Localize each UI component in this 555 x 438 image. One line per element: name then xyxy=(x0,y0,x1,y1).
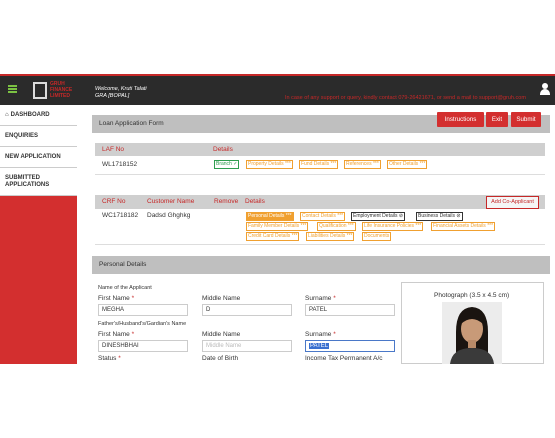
exit-button[interactable]: Exit xyxy=(486,112,508,127)
instructions-button[interactable]: Instructions xyxy=(437,112,484,127)
other-details-chip[interactable]: Other Details *** xyxy=(387,160,428,169)
qualification-chip[interactable]: Qualification *** xyxy=(317,222,356,231)
fund-details-chip[interactable]: Fund Details *** xyxy=(299,160,339,169)
sidebar: ⌂ DASHBOARD ENQUIRIES NEW APPLICATION SU… xyxy=(0,105,77,364)
middle-name-label: Middle Name xyxy=(202,295,241,302)
laf-no-value: WL1718152 xyxy=(102,161,138,168)
first-name-field[interactable]: MEGHA xyxy=(98,304,188,316)
liabilities-details-chip[interactable]: Liabilities Details *** xyxy=(306,232,355,241)
father-name-label: Father's/Husband's/Gardian's Name xyxy=(98,321,187,327)
laf-row-divider xyxy=(95,174,545,175)
crf-details-header: Details xyxy=(245,198,265,205)
required-mark: * xyxy=(131,295,135,302)
required-mark: * xyxy=(333,331,336,338)
laf-table-header: LAF No Details xyxy=(95,143,545,156)
sidebar-item-dashboard[interactable]: ⌂ DASHBOARD xyxy=(0,105,77,126)
personal-details-chip[interactable]: Personal Details *** xyxy=(246,212,294,221)
loan-form-title: Loan Application Form xyxy=(99,120,164,127)
contact-details-chip[interactable]: Contact Details *** xyxy=(300,212,346,221)
surname-field[interactable]: PATEL xyxy=(305,304,395,316)
brand-name: GRUH FINANCE LIMITED xyxy=(50,81,73,99)
support-notice: In case of any support or query, kindly … xyxy=(285,95,526,101)
family-member-details-chip[interactable]: Family Member Details *** xyxy=(246,222,309,231)
personal-details-title: Personal Details xyxy=(99,261,147,268)
father-surname-label: Surname * xyxy=(305,331,336,338)
income-tax-label: Income Tax Permanent A/c xyxy=(305,355,383,362)
required-mark: * xyxy=(333,295,336,302)
sidebar-item-submitted-applications[interactable]: SUBMITTED APPLICATIONS xyxy=(0,168,77,196)
status-label-text: Status xyxy=(98,355,117,362)
customer-name-header: Customer Name xyxy=(147,198,195,205)
father-surname-selected: PATEL xyxy=(309,343,330,349)
father-first-name-label-text: First Name xyxy=(98,331,130,338)
sidebar-item-label: ENQUIRIES xyxy=(5,133,39,139)
father-surname-field[interactable]: PATEL xyxy=(305,340,395,352)
father-middle-name-label: Middle Name xyxy=(202,331,241,338)
personal-details-header: Personal Details xyxy=(92,256,550,274)
remove-header: Remove xyxy=(214,198,239,205)
sidebar-item-label: NEW APPLICATION xyxy=(5,154,61,160)
welcome-user: Welcome, Kruti Talati xyxy=(95,86,147,92)
brand-logo: GRUH FINANCE LIMITED xyxy=(33,80,79,102)
submit-button[interactable]: Submit xyxy=(511,112,541,127)
home-icon: ⌂ xyxy=(5,112,9,118)
business-details-chip[interactable]: Business Details ⊘ xyxy=(416,212,463,221)
life-insurance-chip[interactable]: Life Insurance Policies *** xyxy=(362,222,424,231)
father-middle-name-field[interactable]: Middle Name xyxy=(202,340,292,352)
branch-chip[interactable]: Branch ✓ xyxy=(214,160,240,169)
required-mark: * xyxy=(131,331,135,338)
first-name-label-text: First Name xyxy=(98,295,130,302)
applicant-name-label: Name of the Applicant xyxy=(98,285,152,291)
sidebar-item-new-application[interactable]: NEW APPLICATION xyxy=(0,147,77,168)
applicant-photo-image xyxy=(442,302,502,364)
crf-row-divider xyxy=(95,244,545,245)
dob-label: Date of Birth xyxy=(202,355,239,362)
middle-name-field[interactable]: D xyxy=(202,304,292,316)
applicant-photo xyxy=(442,302,502,364)
customer-name-value: Dadsd Ghghkg xyxy=(147,212,191,219)
sidebar-item-label: DASHBOARD xyxy=(10,112,50,118)
documents-chip[interactable]: Documents xyxy=(362,232,392,241)
credit-card-details-chip[interactable]: Credit Card Details *** xyxy=(246,232,300,241)
surname-label-text: Surname xyxy=(305,295,332,302)
crf-table-header: CRF No Customer Name Remove Details xyxy=(95,195,545,209)
crf-no-value: WC1718182 xyxy=(102,212,139,219)
father-first-name-label: First Name * xyxy=(98,331,134,338)
welcome-text: Welcome, Kruti Talati GRA [BOPAL] xyxy=(95,86,147,100)
father-surname-label-text: Surname xyxy=(305,331,332,338)
status-label: Status * xyxy=(98,355,121,362)
photograph-label: Photograph (3.5 x 4.5 cm) xyxy=(434,292,510,299)
sidebar-item-label: SUBMITTED APPLICATIONS xyxy=(5,174,50,188)
sidebar-item-enquiries[interactable]: ENQUIRIES xyxy=(0,126,77,147)
top-bar: GRUH FINANCE LIMITED Welcome, Kruti Tala… xyxy=(0,74,555,105)
father-first-name-field[interactable]: DINESHBHAI xyxy=(98,340,188,352)
property-details-chip[interactable]: Property Details *** xyxy=(246,160,293,169)
laf-no-header: LAF No xyxy=(102,146,125,153)
surname-label: Surname * xyxy=(305,295,336,302)
menu-toggle-icon[interactable] xyxy=(8,85,17,93)
welcome-branch: GRA [BOPAL] xyxy=(95,93,130,99)
user-icon[interactable] xyxy=(540,83,550,95)
crf-no-header: CRF No xyxy=(102,198,126,205)
financial-assets-chip[interactable]: Financial Assets Details *** xyxy=(431,222,496,231)
references-chip[interactable]: References *** xyxy=(344,160,381,169)
add-co-applicant-button[interactable]: Add Co-Applicant xyxy=(486,196,539,209)
required-mark: * xyxy=(118,355,121,362)
first-name-label: First Name * xyxy=(98,295,134,302)
employment-details-chip[interactable]: Employment Details ⊘ xyxy=(351,212,406,221)
laf-details-header: Details xyxy=(213,146,233,153)
